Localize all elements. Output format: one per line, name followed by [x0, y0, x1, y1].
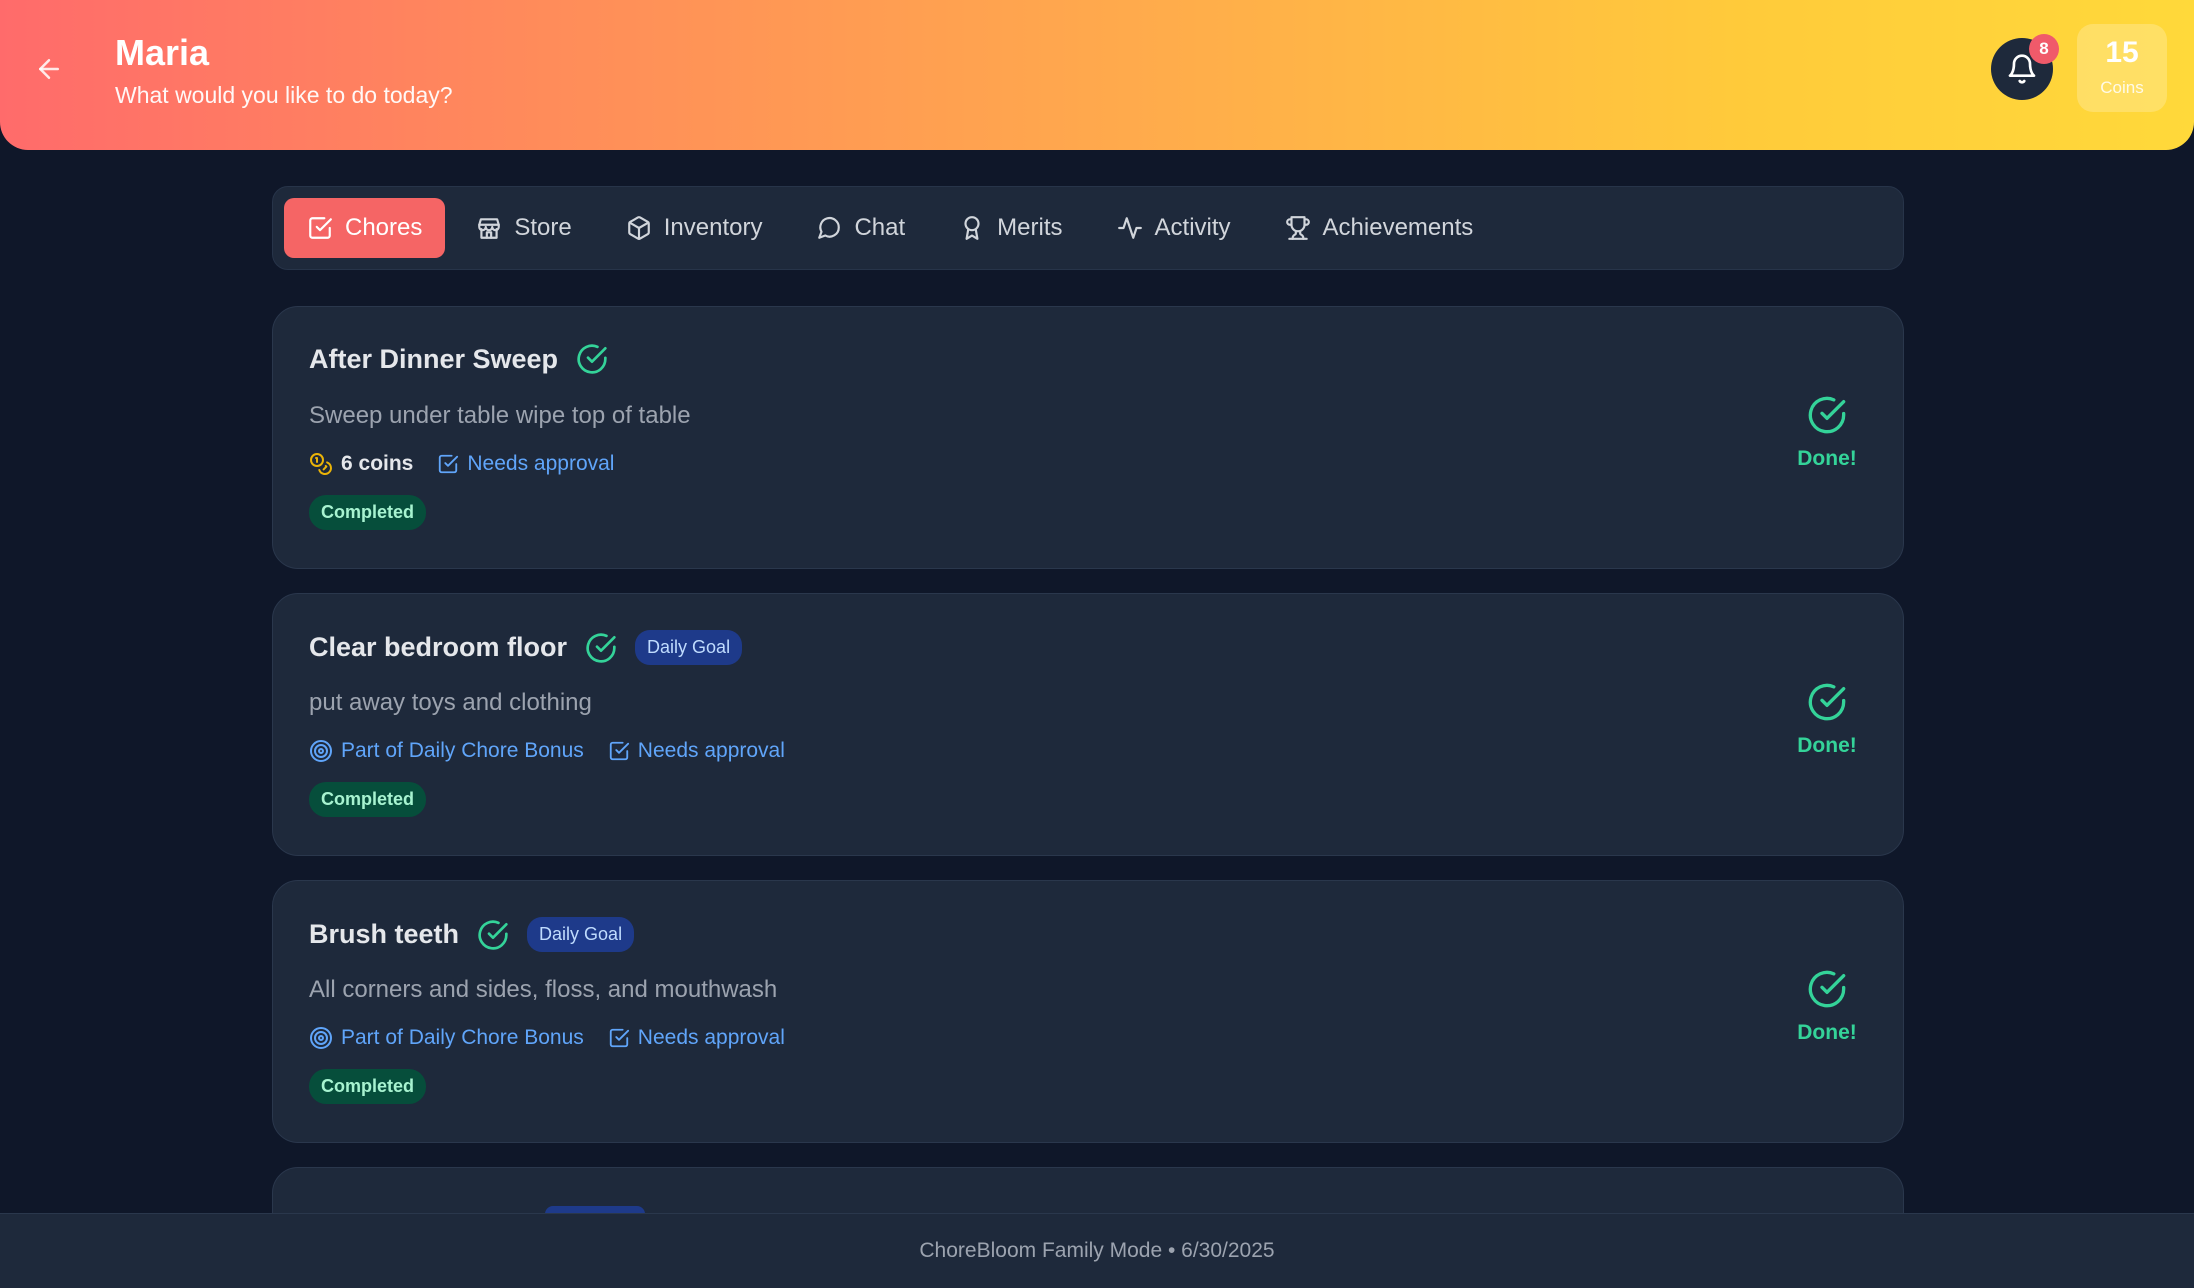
checkbox-icon [309, 217, 332, 239]
greeting-subtitle: What would you like to do today? [115, 82, 453, 108]
store-icon [478, 218, 501, 239]
completed-check-icon [477, 919, 509, 951]
approval-text: Needs approval [637, 1026, 785, 1049]
back-button[interactable] [30, 50, 68, 88]
tab-merits[interactable]: Merits [936, 198, 1085, 258]
checkbox-icon [439, 454, 459, 474]
bonus-text: Part of Daily Chore Bonus [341, 1026, 584, 1049]
status-badge: Completed [309, 495, 427, 530]
checkbox-icon [609, 1028, 629, 1048]
completed-check-icon [585, 632, 617, 664]
daily-goal-badge: Daily Goal [635, 630, 743, 665]
checkbox-icon [609, 741, 629, 761]
tab-label: Store [514, 214, 572, 241]
done-label: Done! [1797, 447, 1857, 470]
chore-title: Clear bedroom floor [309, 632, 568, 662]
chat-bubble-icon [818, 216, 841, 239]
daily-bonus-note: Part of Daily Chore Bonus [309, 1026, 584, 1050]
done-label: Done! [1797, 734, 1857, 757]
chore-card[interactable]: Brush teeth Daily Goal All corners and s… [272, 880, 1904, 1143]
daily-goal-badge: Daily Goal [527, 917, 635, 952]
target-icon [310, 740, 332, 762]
status-badge: Completed [309, 1069, 427, 1104]
chore-card[interactable]: Clear bedroom floor Daily Goal put away … [272, 593, 1904, 856]
done-indicator: Done! [1787, 682, 1867, 758]
needs-approval: Needs approval [608, 739, 785, 763]
notification-count-badge: 8 [2029, 34, 2059, 64]
activity-icon [1117, 217, 1142, 239]
tab-label: Chat [854, 214, 906, 241]
trophy-icon [1285, 216, 1310, 240]
arrow-left-icon [39, 59, 59, 79]
chore-description: Sweep under table wipe top of table [309, 402, 691, 429]
tab-activity[interactable]: Activity [1094, 198, 1254, 258]
coins-label: Coins [2100, 78, 2144, 97]
tab-inventory[interactable]: Inventory [603, 198, 786, 258]
user-name: Maria [115, 32, 210, 73]
tab-achievements[interactable]: Achievements [1262, 198, 1497, 258]
needs-approval: Needs approval [608, 1026, 785, 1050]
tab-label: Achievements [1322, 214, 1474, 241]
status-badge: Completed [309, 782, 427, 817]
chore-reward: 6 coins [309, 452, 413, 476]
ribbon-icon [964, 216, 980, 240]
tab-label: Activity [1154, 214, 1231, 241]
tab-chat[interactable]: Chat [793, 198, 928, 258]
chore-card[interactable]: After Dinner Sweep Sweep under table wip… [272, 306, 1904, 569]
coins-value: 15 [2105, 36, 2139, 69]
target-icon [310, 1027, 332, 1049]
needs-approval: Needs approval [437, 452, 614, 476]
tab-bar: Chores Store Inventory Chat Merits Activ… [272, 186, 1904, 270]
chore-title: After Dinner Sweep [309, 343, 559, 374]
tab-label: Merits [997, 214, 1063, 241]
tab-label: Inventory [663, 214, 763, 241]
chore-description: All corners and sides, floss, and mouthw… [309, 976, 778, 1003]
coins-balance: 15 Coins [2077, 24, 2167, 112]
tab-chores[interactable]: Chores [284, 198, 446, 258]
tab-store[interactable]: Store [453, 198, 594, 258]
check-circle-icon [1808, 683, 1846, 721]
check-circle-icon [1808, 970, 1846, 1008]
approval-text: Needs approval [637, 739, 785, 762]
coins-icon [310, 453, 332, 475]
done-indicator: Done! [1787, 395, 1867, 471]
footer: ChoreBloom Family Mode • 6/30/2025 [0, 1213, 2194, 1288]
tab-label: Chores [345, 214, 423, 241]
coins-text: 6 coins [341, 452, 414, 475]
check-circle-icon [1808, 396, 1846, 434]
done-indicator: Done! [1787, 969, 1867, 1045]
approval-text: Needs approval [467, 452, 615, 475]
chore-title: Brush teeth [309, 919, 460, 949]
chore-description: put away toys and clothing [309, 689, 592, 716]
footer-text: ChoreBloom Family Mode • 6/30/2025 [919, 1239, 1275, 1262]
completed-check-icon [576, 343, 608, 375]
bonus-text: Part of Daily Chore Bonus [341, 739, 584, 762]
header: Maria What would you like to do today? 8… [0, 0, 2194, 150]
daily-bonus-note: Part of Daily Chore Bonus [309, 739, 584, 763]
done-label: Done! [1797, 1021, 1857, 1044]
box-icon [627, 216, 650, 240]
